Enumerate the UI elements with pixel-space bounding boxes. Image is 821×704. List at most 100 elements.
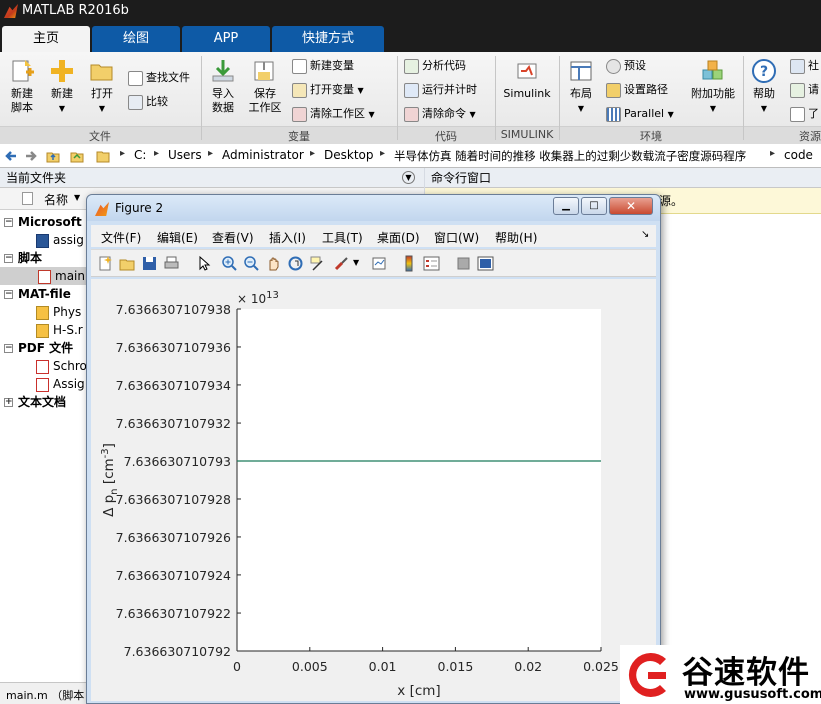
tree-group-mat[interactable]: − MAT-file	[4, 285, 71, 303]
brush-icon[interactable]	[333, 255, 350, 272]
menu-edit[interactable]: 编辑(E)	[157, 229, 198, 246]
menu-help[interactable]: 帮助(H)	[495, 229, 537, 246]
close-button[interactable]: ✕	[609, 197, 653, 215]
clear-workspace-button[interactable]: 清除工作区 ▼	[292, 104, 375, 124]
breadcrumb-administrator[interactable]: Administrator	[222, 148, 304, 162]
open-file-icon[interactable]	[119, 255, 136, 272]
breadcrumb-code[interactable]: code	[784, 148, 813, 162]
find-files-button[interactable]: 查找文件	[128, 68, 190, 88]
parallel-button[interactable]: Parallel ▼	[606, 104, 674, 124]
breadcrumb-project-folder[interactable]: 半导体仿真 随着时间的推移 收集器上的过剩少数载流子密度源码程序	[394, 148, 746, 164]
colorbar-icon[interactable]	[401, 255, 418, 272]
figure-window[interactable]: Figure 2 ▁ □ ✕ 文件(F) 编辑(E) 查看(V) 插入(I) 工…	[86, 194, 661, 704]
new-script-button[interactable]: 新建 脚本	[6, 58, 38, 115]
back-arrow-icon[interactable]	[4, 149, 18, 163]
panel-actions-icon[interactable]: ▼	[402, 171, 415, 184]
tree-group-text[interactable]: + 文本文档	[4, 393, 66, 411]
new-variable-button[interactable]: 新建变量	[292, 56, 354, 76]
data-cursor-icon[interactable]	[309, 255, 326, 272]
save-workspace-button[interactable]: 保存 工作区	[244, 58, 286, 115]
tree-file-hs-mat[interactable]: H-S.r	[36, 321, 83, 339]
menu-file[interactable]: 文件(F)	[101, 229, 141, 246]
chart-svg[interactable]: 7.636630710792 7.6366307107922 7.636630710…	[91, 279, 656, 701]
dock-arrow-icon[interactable]: ↘	[641, 229, 649, 240]
figure-title-bar[interactable]: Figure 2 ▁ □ ✕	[87, 195, 660, 221]
tree-group-pdf[interactable]: − PDF 文件	[4, 339, 73, 357]
show-plot-tools-icon[interactable]	[477, 255, 494, 272]
menu-window[interactable]: 窗口(W)	[434, 229, 479, 246]
browse-folder-icon[interactable]	[70, 149, 84, 163]
menu-insert[interactable]: 插入(I)	[269, 229, 306, 246]
tree-group-word[interactable]: − Microsoft V	[4, 213, 95, 231]
run-and-time-button[interactable]: 运行并计时	[404, 80, 477, 100]
analyze-code-button[interactable]: 分析代码	[404, 56, 466, 76]
community-icon	[790, 58, 805, 74]
request-support-icon	[790, 82, 805, 98]
menu-desktop[interactable]: 桌面(D)	[377, 229, 420, 246]
pointer-icon[interactable]	[195, 255, 212, 272]
preferences-button[interactable]: 预设	[606, 56, 646, 76]
print-icon[interactable]	[163, 255, 180, 272]
minimize-button[interactable]: ▁	[553, 197, 579, 215]
new-figure-icon[interactable]	[97, 255, 114, 272]
open-variable-button[interactable]: 打开变量 ▼	[292, 80, 364, 100]
current-folder-header: 当前文件夹	[0, 168, 424, 188]
layout-button[interactable]: 布局 ▼	[564, 58, 598, 116]
request-support-button[interactable]: 请	[790, 80, 819, 100]
figure-canvas[interactable]: 7.636630710792 7.6366307107922 7.636630710…	[91, 279, 656, 701]
forward-arrow-icon[interactable]	[24, 149, 38, 163]
y-tick-label: 7.636630710792	[124, 644, 231, 659]
breadcrumb-users[interactable]: Users	[168, 148, 202, 162]
tree-file-assig-pdf[interactable]: Assig	[36, 375, 85, 393]
tab-shortcuts[interactable]: 快捷方式	[272, 26, 384, 52]
new-script-icon	[12, 60, 34, 82]
expand-icon[interactable]: +	[4, 398, 13, 407]
simulink-button[interactable]: Simulink	[500, 58, 554, 101]
tab-home[interactable]: 主页	[2, 26, 90, 52]
group-label-environment: 环境	[640, 130, 662, 143]
help-icon: ?	[752, 59, 776, 83]
clear-commands-button[interactable]: 清除命令 ▼	[404, 104, 476, 124]
breadcrumb-desktop[interactable]: Desktop	[324, 148, 374, 162]
y-tick-label: 7.6366307107924	[116, 568, 231, 583]
collapse-icon[interactable]: −	[4, 290, 13, 299]
zoom-out-icon[interactable]	[243, 255, 260, 272]
help-button[interactable]: ? 帮助 ▼	[748, 58, 780, 116]
collapse-icon[interactable]: −	[4, 344, 13, 353]
maximize-button[interactable]: □	[581, 197, 607, 215]
open-button[interactable]: 打开 ▼	[86, 58, 118, 116]
link-plot-icon[interactable]	[371, 255, 388, 272]
menu-view[interactable]: 查看(V)	[212, 229, 254, 246]
legend-icon[interactable]	[423, 255, 440, 272]
save-icon[interactable]	[141, 255, 158, 272]
tree-file-phys-mat[interactable]: Phys	[36, 303, 81, 321]
import-data-button[interactable]: 导入 数据	[206, 58, 240, 115]
tree-group-scripts[interactable]: − 脚本	[4, 249, 42, 267]
tree-file-schro-pdf[interactable]: Schro	[36, 357, 87, 375]
rotate-icon[interactable]	[287, 255, 304, 272]
tab-plots[interactable]: 绘图	[92, 26, 180, 52]
column-header-name[interactable]: 名称	[44, 191, 68, 208]
compare-button[interactable]: 比较	[128, 92, 168, 112]
mat-file-icon	[36, 323, 49, 338]
x-tick-label: 0.02	[514, 659, 542, 674]
tab-apps[interactable]: APP	[182, 26, 270, 52]
tree-file-main-m[interactable]: main	[0, 267, 86, 285]
save-workspace-icon	[254, 61, 274, 81]
up-folder-icon[interactable]	[46, 149, 60, 163]
new-button[interactable]: 新建 ▼	[46, 58, 78, 116]
collapse-icon[interactable]: −	[4, 218, 13, 227]
community-button[interactable]: 社	[790, 56, 819, 76]
app-title-bar: MATLAB R2016b	[0, 0, 821, 22]
learn-matlab-button[interactable]: 了	[790, 104, 819, 124]
brush-dropdown-icon[interactable]: ▼	[353, 258, 359, 267]
collapse-icon[interactable]: −	[4, 254, 13, 263]
hide-plot-tools-icon[interactable]	[455, 255, 472, 272]
pan-icon[interactable]	[265, 255, 282, 272]
zoom-in-icon[interactable]	[221, 255, 238, 272]
menu-tools[interactable]: 工具(T)	[322, 229, 363, 246]
set-path-button[interactable]: 设置路径	[606, 80, 668, 100]
add-ons-button[interactable]: 附加功能 ▼	[686, 58, 740, 116]
breadcrumb-drive[interactable]: C:	[134, 148, 146, 162]
tree-file-assig-doc[interactable]: assig	[36, 231, 84, 249]
